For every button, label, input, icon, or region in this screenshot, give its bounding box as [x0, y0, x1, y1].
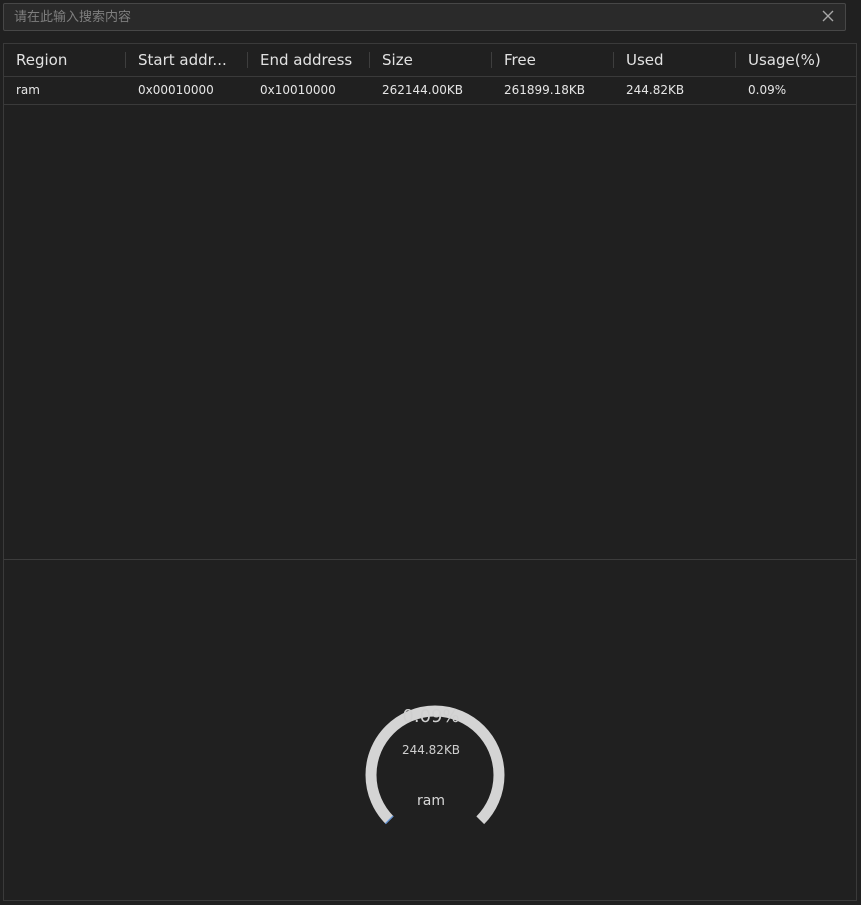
memory-panel: Region Start addr... End address Size Fr…: [3, 43, 857, 901]
cell-free: 261899.18KB: [504, 83, 585, 97]
cell-region: ram: [16, 83, 40, 97]
column-header-size[interactable]: Size: [370, 44, 492, 76]
column-header-usage[interactable]: Usage(%): [736, 44, 856, 76]
gauge-percent-label: 0.09%: [402, 706, 460, 727]
close-icon[interactable]: [821, 9, 835, 23]
column-header-used[interactable]: Used: [614, 44, 736, 76]
gauge-used-label: 244.82KB: [401, 743, 461, 757]
cell-start-address: 0x00010000: [138, 83, 214, 97]
table-header: Region Start addr... End address Size Fr…: [4, 44, 856, 77]
column-header-end-address[interactable]: End address: [248, 44, 370, 76]
column-header-region[interactable]: Region: [4, 44, 126, 76]
column-header-start-address[interactable]: Start addr...: [126, 44, 248, 76]
gauge-region-name: ram: [417, 793, 445, 809]
search-input[interactable]: [4, 4, 824, 30]
cell-end-address: 0x10010000: [260, 83, 336, 97]
table-row[interactable]: ram 0x00010000 0x10010000 262144.00KB 26…: [4, 77, 856, 105]
cell-usage: 0.09%: [748, 83, 787, 97]
column-header-free[interactable]: Free: [492, 44, 614, 76]
cell-used: 244.82KB: [626, 83, 685, 97]
cell-size: 262144.00KB: [382, 83, 463, 97]
search-bar: [3, 3, 846, 31]
panel-divider[interactable]: [4, 559, 856, 560]
usage-gauge: 0.09% 244.82KB ram: [356, 658, 506, 828]
gauge-fill: [384, 815, 394, 825]
